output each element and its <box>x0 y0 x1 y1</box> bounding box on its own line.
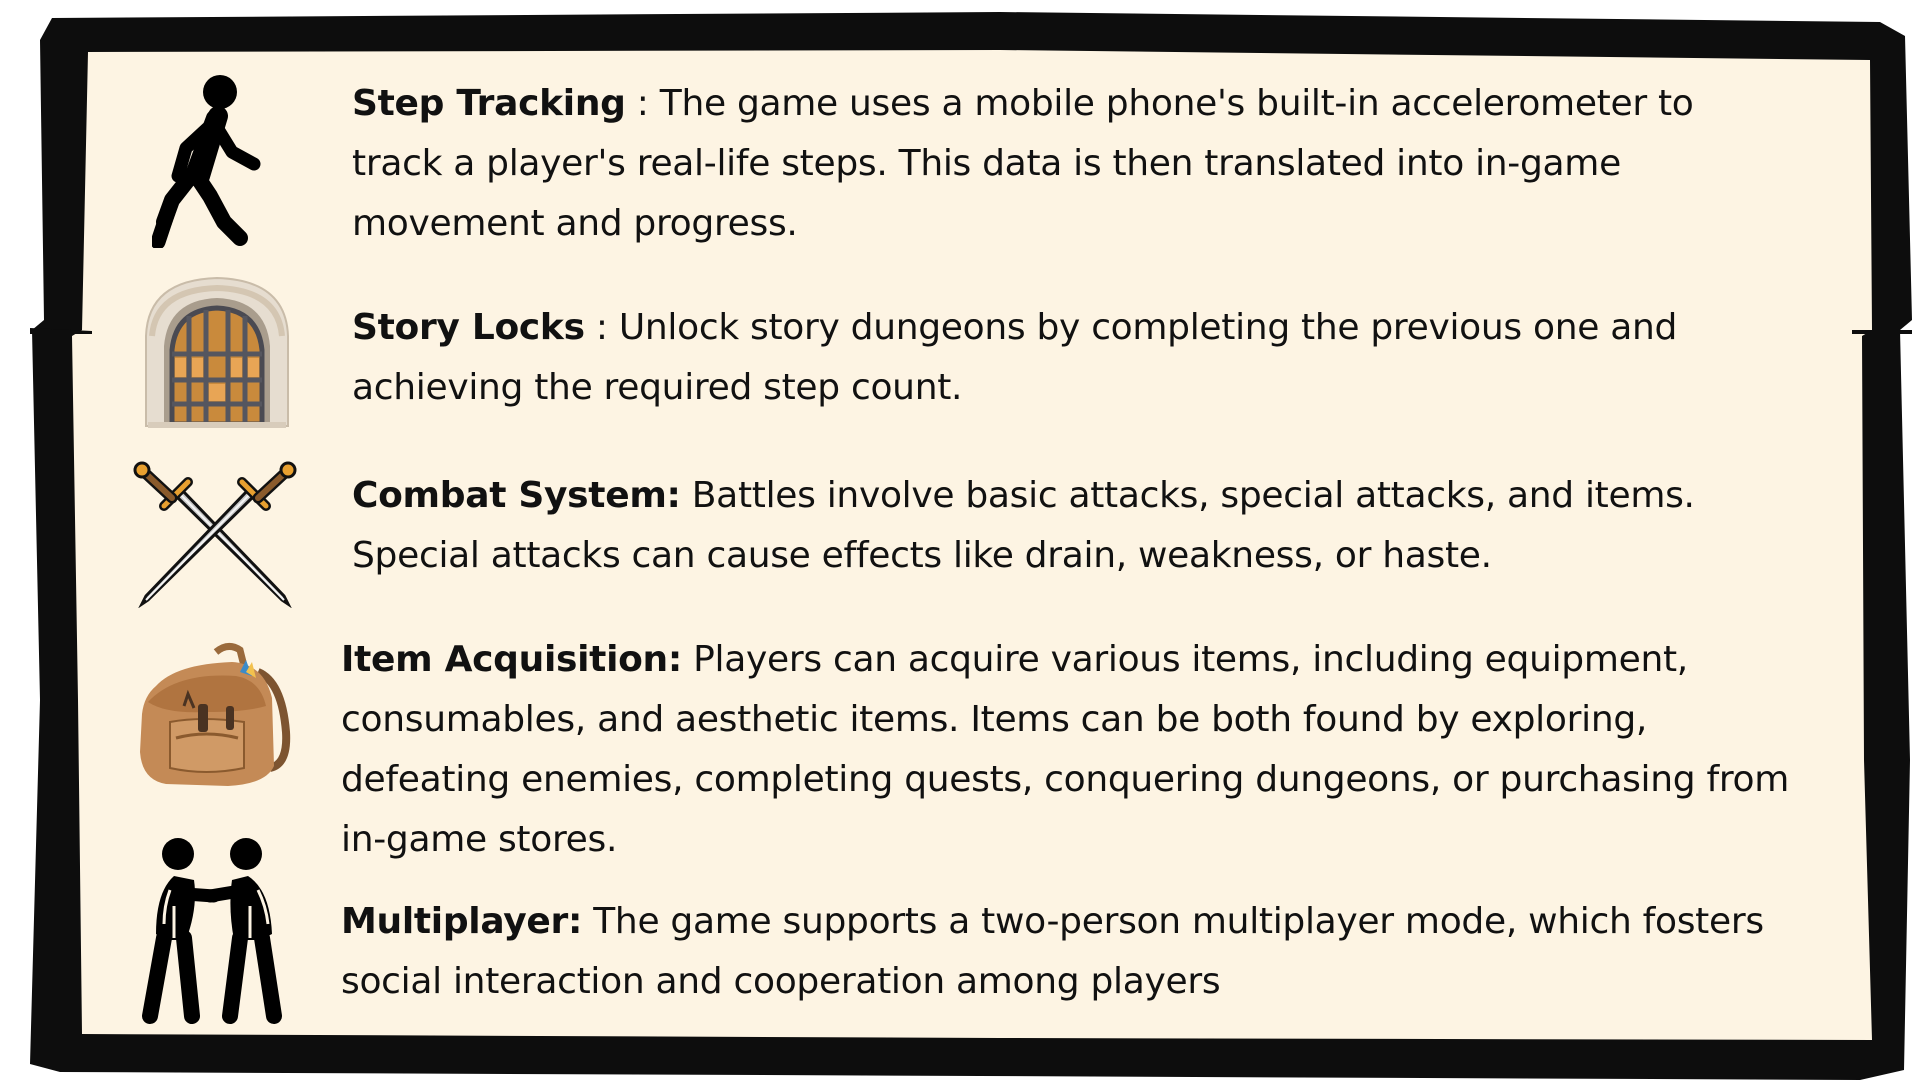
feature-card: Step Tracking : The game uses a mobile p… <box>0 0 1920 1080</box>
feature-separator: : <box>584 307 619 348</box>
backpack-icon <box>136 642 292 788</box>
crossed-swords-icon <box>132 458 298 608</box>
feature-title: Item Acquisition: <box>341 639 682 680</box>
feature-separator <box>582 901 593 942</box>
two-people-icon <box>134 836 290 1028</box>
feature-text: Multiplayer: The game supports a two-per… <box>341 892 1801 1012</box>
feature-separator: : <box>625 83 660 124</box>
feature-text: Item Acquisition: Players can acquire va… <box>341 630 1801 870</box>
walking-person-icon <box>152 72 270 248</box>
dungeon-door-icon <box>142 276 292 428</box>
feature-separator <box>682 639 693 680</box>
feature-title: Step Tracking <box>352 83 626 124</box>
feature-text: Combat System: Battles involve basic att… <box>352 466 1792 586</box>
feature-text: Step Tracking : The game uses a mobile p… <box>352 74 1792 254</box>
feature-title: Multiplayer: <box>341 901 583 942</box>
feature-title: Story Locks <box>352 307 585 348</box>
frame-seam-right <box>1852 330 1912 334</box>
feature-title: Combat System: <box>352 475 681 516</box>
feature-text: Story Locks : Unlock story dungeons by c… <box>352 298 1832 418</box>
feature-separator <box>681 475 692 516</box>
